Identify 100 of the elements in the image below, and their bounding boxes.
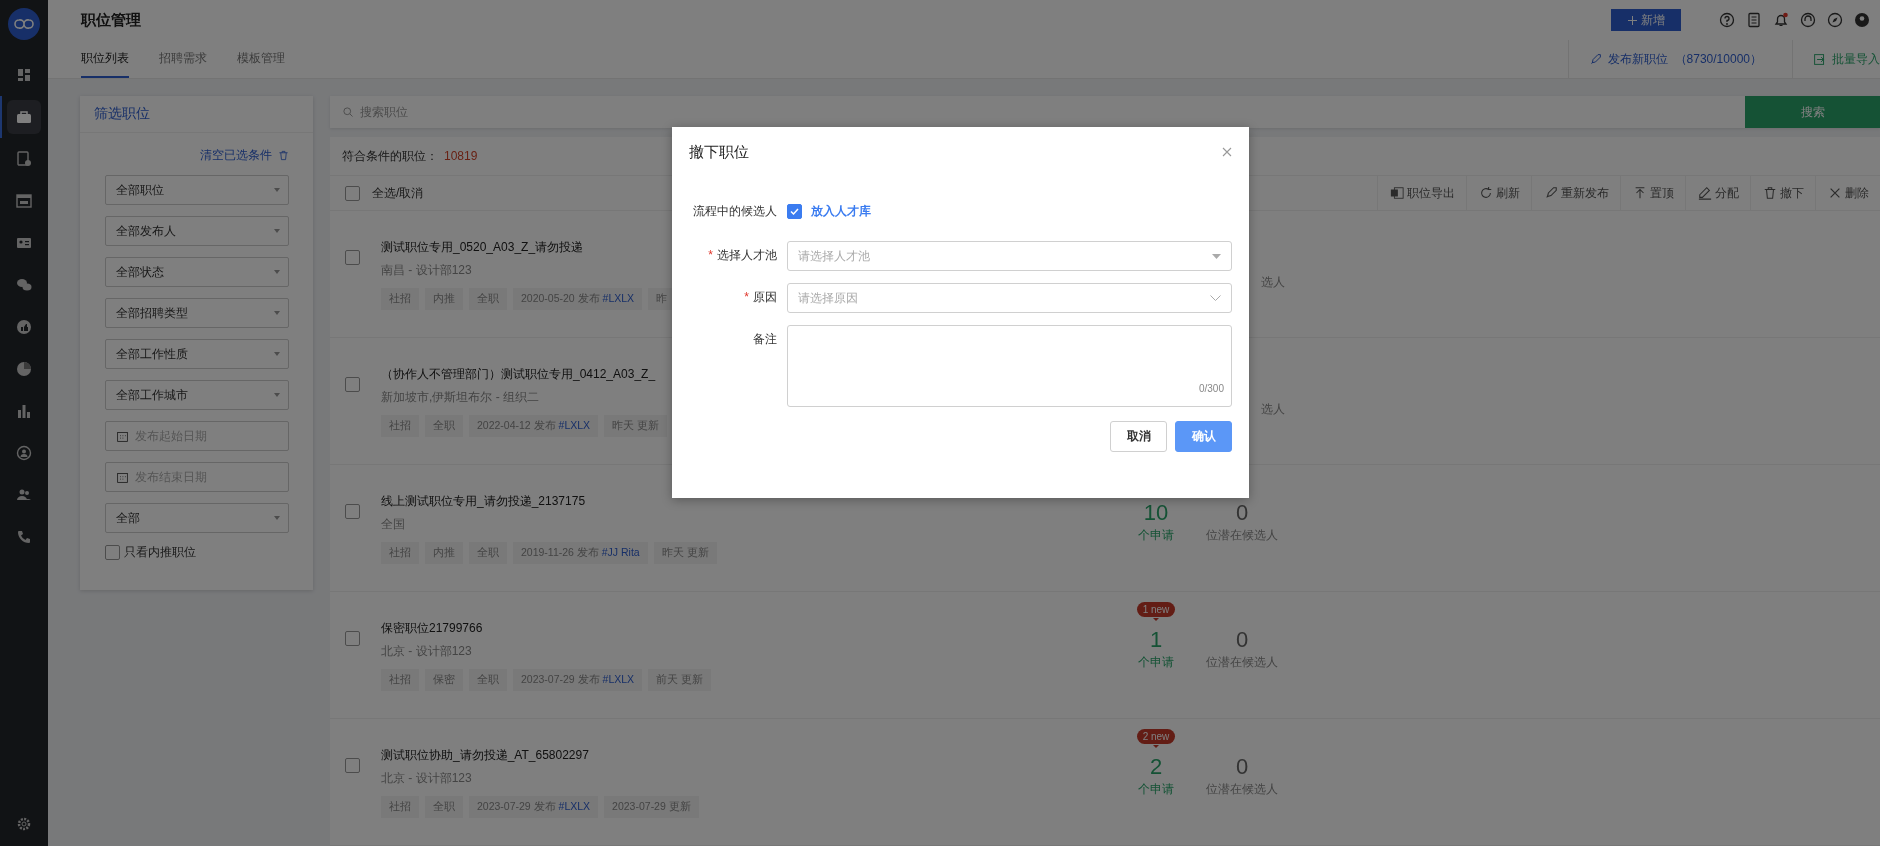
toolbar-button[interactable]: 刷新	[1466, 176, 1531, 210]
checkbox[interactable]	[345, 377, 360, 392]
filter-select[interactable]: 全部发布人	[105, 216, 289, 246]
filter-select[interactable]: 全部	[105, 503, 289, 533]
application-label: 个申请	[1138, 526, 1174, 544]
calendar-icon	[116, 429, 129, 443]
chevron-icon	[1210, 295, 1221, 301]
dialog-title: 撤下职位	[689, 142, 749, 162]
checkbox[interactable]	[787, 203, 802, 219]
search-button[interactable]: 搜索	[1745, 96, 1880, 128]
id-card-icon	[16, 235, 32, 251]
plus-icon	[1627, 15, 1637, 25]
trash-icon	[278, 150, 289, 161]
candidate-count[interactable]: 0	[1235, 627, 1249, 652]
checkbox-label: 全选/取消	[372, 184, 424, 202]
page-title: 职位管理	[81, 10, 141, 30]
caret-icon	[274, 270, 280, 274]
candidate-count[interactable]: 0	[1235, 500, 1249, 525]
clear-link[interactable]: 清空已选条件	[200, 147, 272, 164]
publish-link[interactable]: 发布新职位 （8730/10000）	[1567, 40, 1792, 78]
import-icon	[1813, 52, 1826, 66]
settings-icon	[16, 816, 32, 832]
job-title[interactable]: 保密职位21799766	[381, 619, 1121, 637]
candidate-label: 选人	[1261, 400, 1285, 418]
compass-icon	[1827, 12, 1843, 28]
caret-icon	[274, 229, 280, 233]
document-icon	[16, 151, 32, 167]
filter-select[interactable]: 全部状态	[105, 257, 289, 287]
filter-select[interactable]: 全部职位	[105, 175, 289, 205]
caret-icon	[274, 311, 280, 315]
application-label: 个申请	[1138, 780, 1174, 798]
checkbox[interactable]	[345, 758, 360, 773]
application-count[interactable]: 10	[1143, 500, 1169, 525]
caret-icon	[274, 516, 280, 520]
checkbox[interactable]	[345, 250, 360, 265]
select-field[interactable]: 请选择原因	[787, 283, 1232, 313]
phone-icon	[16, 529, 32, 545]
avatar-icon	[1854, 12, 1870, 28]
close-icon	[1828, 186, 1842, 200]
checkbox[interactable]	[345, 504, 360, 519]
toolbar-button[interactable]: 撤下	[1750, 176, 1815, 210]
caret-icon	[274, 352, 280, 356]
thumbs-up-icon	[16, 319, 32, 335]
toolbar-button[interactable]: 置顶	[1620, 176, 1685, 210]
chat-bubbles-icon	[16, 277, 32, 293]
tab[interactable]: 职位列表	[81, 40, 129, 78]
toolbar-button[interactable]: 分配	[1685, 176, 1750, 210]
import-link[interactable]: 批量导入	[1792, 40, 1880, 78]
checkbox[interactable]	[105, 545, 120, 560]
candidate-label: 选人	[1261, 273, 1285, 291]
char-counter: 0/300	[1198, 383, 1224, 394]
application-count[interactable]: 1	[1149, 627, 1163, 652]
help-icon	[1719, 12, 1735, 28]
cancel-button[interactable]: 取消	[1110, 421, 1167, 452]
filter-select[interactable]: 全部工作性质	[105, 339, 289, 369]
required-mark: *	[744, 290, 749, 304]
select-field[interactable]: 请选择人才池	[787, 241, 1232, 271]
filter-select[interactable]: 全部招聘类型	[105, 298, 289, 328]
candidate-count[interactable]: 0	[1235, 754, 1249, 779]
close-icon	[1222, 146, 1232, 157]
remark-textarea[interactable]: 0/300	[787, 325, 1232, 407]
pin-top-icon	[1633, 186, 1647, 200]
caret-icon	[274, 393, 280, 397]
logo-icon[interactable]	[14, 19, 34, 29]
application-count[interactable]: 2	[1149, 754, 1163, 779]
checkbox-label: 只看内推职位	[124, 544, 196, 561]
form-label: 备注	[753, 332, 777, 346]
check-icon	[790, 206, 799, 216]
refresh-icon	[1479, 186, 1493, 200]
tab[interactable]: 模板管理	[237, 40, 285, 78]
trash-icon	[1763, 186, 1777, 200]
form-label: 选择人才池	[717, 248, 777, 262]
result-count-label: 符合条件的职位：	[342, 147, 438, 165]
form-label: 原因	[753, 290, 777, 304]
pie-chart-icon	[16, 361, 32, 377]
new-button[interactable]: 新增	[1611, 9, 1681, 31]
required-mark: *	[708, 248, 713, 262]
filter-select[interactable]: 全部工作城市	[105, 380, 289, 410]
search-icon	[342, 106, 354, 118]
bar-chart-icon	[16, 403, 32, 419]
result-count: 10819	[444, 149, 478, 163]
job-title[interactable]: 测试职位协助_请勿投递_AT_65802297	[381, 746, 1121, 764]
toolbar-button[interactable]: 删除	[1815, 176, 1880, 210]
calendar-icon	[16, 193, 32, 209]
checkbox-label[interactable]: 放入人才库	[811, 202, 871, 220]
checkbox[interactable]	[345, 631, 360, 646]
toolbar-button[interactable]: 职位导出	[1377, 176, 1466, 210]
job-location: 全国	[381, 515, 406, 533]
application-label: 个申请	[1138, 653, 1174, 671]
briefcase-icon	[16, 109, 32, 125]
dashboard-icon	[16, 67, 32, 83]
tab[interactable]: 招聘需求	[159, 40, 207, 78]
document-icon	[1746, 12, 1762, 28]
calendar-icon	[116, 470, 129, 484]
caret-icon	[1212, 253, 1221, 259]
confirm-button[interactable]: 确认	[1175, 421, 1232, 452]
toolbar-button[interactable]: 重新发布	[1531, 176, 1620, 210]
checkbox[interactable]	[345, 185, 360, 201]
panel-title: 筛选职位	[94, 105, 150, 123]
notification-bell-icon	[1773, 12, 1789, 28]
